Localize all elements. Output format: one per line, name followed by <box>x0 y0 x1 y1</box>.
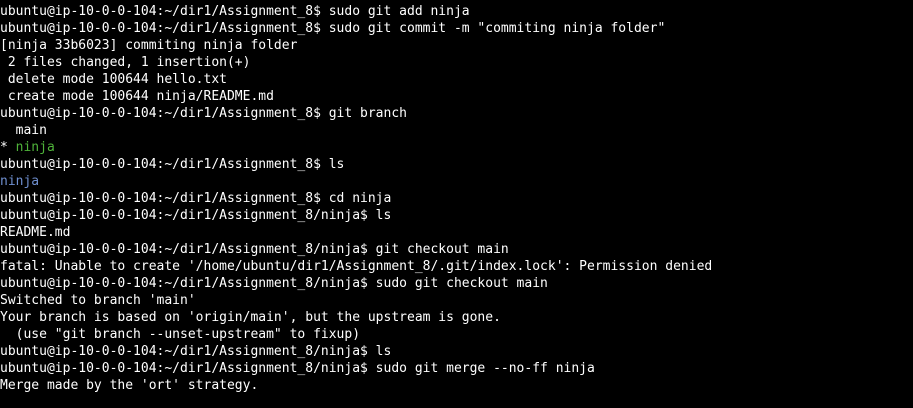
terminal-line: Merge made by the 'ort' strategy. <box>0 378 259 393</box>
current-branch-line: * ninja <box>0 139 913 156</box>
terminal-line: create mode 100644 ninja/README.md <box>0 89 274 104</box>
current-branch-marker: * <box>0 140 16 155</box>
terminal-line: ubuntu@ip-10-0-0-104:~/dir1/Assignment_8… <box>0 276 548 291</box>
terminal-line: 2 files changed, 1 insertion(+) <box>0 55 251 70</box>
terminal-window[interactable]: ubuntu@ip-10-0-0-104:~/dir1/Assignment_8… <box>0 0 913 408</box>
terminal-line: delete mode 100644 hello.txt <box>0 72 227 87</box>
terminal-line: ubuntu@ip-10-0-0-104:~/dir1/Assignment_8… <box>0 21 666 36</box>
terminal-line: Your branch is based on 'origin/main', b… <box>0 310 501 325</box>
directory-entry: ninja <box>0 174 40 189</box>
terminal-line: ubuntu@ip-10-0-0-104:~/dir1/Assignment_8… <box>0 157 345 172</box>
terminal-line: ubuntu@ip-10-0-0-104:~/dir1/Assignment_8… <box>0 361 595 376</box>
terminal-line: [ninja 33b6023] commiting ninja folder <box>0 38 298 53</box>
error-line: fatal: Unable to create '/home/ubuntu/di… <box>0 259 713 274</box>
terminal-line: ubuntu@ip-10-0-0-104:~/dir1/Assignment_8… <box>0 191 392 206</box>
file-entry: README.md <box>0 225 71 240</box>
terminal-line: (use "git branch --unset-upstream" to fi… <box>0 327 361 342</box>
terminal-line: ubuntu@ip-10-0-0-104:~/dir1/Assignment_8… <box>0 4 470 19</box>
terminal-line: ubuntu@ip-10-0-0-104:~/dir1/Assignment_8… <box>0 106 407 121</box>
terminal-line: ubuntu@ip-10-0-0-104:~/dir1/Assignment_8… <box>0 242 509 257</box>
branch-list-item: main <box>0 123 47 138</box>
terminal-line: ubuntu@ip-10-0-0-104:~/dir1/Assignment_8… <box>0 344 392 359</box>
terminal-line: Switched to branch 'main' <box>0 293 196 308</box>
terminal-line: ubuntu@ip-10-0-0-104:~/dir1/Assignment_8… <box>0 208 392 223</box>
current-branch-name: ninja <box>15 140 55 155</box>
